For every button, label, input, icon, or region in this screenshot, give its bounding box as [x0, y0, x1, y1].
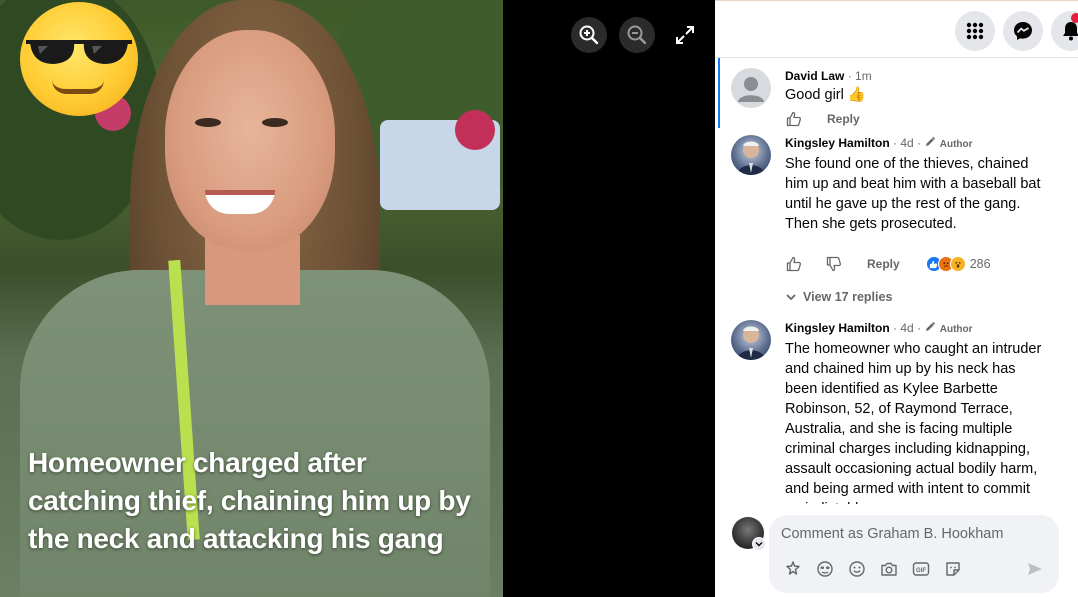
comment-author[interactable]: David Law	[785, 69, 844, 83]
comment-header: David Law · 1m	[785, 68, 1045, 84]
comment-body: David Law · 1m Good girl 👍	[785, 68, 1045, 105]
pencil-icon	[926, 321, 936, 331]
emoji-button[interactable]	[847, 559, 867, 579]
eye	[195, 118, 221, 127]
comment-text: She found one of the thieves, chained hi…	[785, 156, 1041, 232]
zoom-out-icon	[627, 25, 647, 45]
dislike-button[interactable]	[825, 255, 843, 273]
post-photo: Homeowner charged after catching thief, …	[0, 0, 503, 597]
messenger-icon	[1014, 22, 1032, 40]
new-comment-indicator	[718, 58, 720, 128]
comment-body: Kingsley Hamilton · 4d · Author The home…	[785, 320, 1045, 504]
notifications-button[interactable]	[1051, 11, 1078, 51]
emoji-mouth	[52, 80, 104, 94]
gif-icon: GIF	[912, 562, 930, 576]
thumbs-down-icon	[826, 256, 842, 272]
gif-button[interactable]: GIF	[911, 559, 931, 579]
comment-composer: GIF	[715, 504, 1078, 597]
flower	[455, 110, 495, 150]
author-badge: Author	[939, 324, 973, 335]
chevron-down-icon	[786, 294, 796, 301]
svg-text:GIF: GIF	[916, 568, 926, 574]
comments-panel: David Law · 1m Good girl 👍 Reply Kingsle…	[715, 0, 1078, 597]
comment-text: The homeowner who caught an intruder and…	[785, 341, 1042, 504]
comment-time[interactable]: 4d	[900, 321, 913, 335]
like-button[interactable]	[785, 110, 803, 128]
comment-author[interactable]: Kingsley Hamilton	[785, 136, 890, 150]
notifications-icon	[1063, 22, 1078, 41]
face	[165, 30, 335, 250]
profile-photo-icon	[737, 141, 765, 175]
photo-button[interactable]	[879, 559, 899, 579]
sticker-icon	[946, 562, 960, 576]
reply-button[interactable]: Reply	[867, 257, 900, 271]
emoji-icon	[849, 561, 865, 577]
view-replies-button[interactable]: View 17 replies	[785, 290, 892, 304]
expand-icon	[676, 26, 694, 44]
profile-photo-icon	[737, 326, 765, 360]
zoom-in-icon	[579, 25, 599, 45]
notification-badge	[1071, 13, 1078, 23]
comment-author[interactable]: Kingsley Hamilton	[785, 321, 890, 335]
comment-input[interactable]	[781, 523, 1041, 545]
photo-viewer: Homeowner charged after catching thief, …	[0, 0, 715, 597]
default-avatar-icon	[738, 77, 764, 102]
thumbs-up-icon	[786, 256, 802, 272]
zoom-out-button[interactable]	[619, 17, 655, 53]
zoom-in-button[interactable]	[571, 17, 607, 53]
send-button[interactable]	[1025, 559, 1045, 579]
sticker-avatar-button[interactable]	[783, 559, 803, 579]
comment-time[interactable]: 4d	[900, 136, 913, 150]
comment-actions: Reply	[785, 110, 860, 128]
comment-actions: Reply 286	[785, 255, 991, 273]
avatar-button[interactable]	[815, 559, 835, 579]
avatar[interactable]	[731, 320, 771, 360]
thumbs-up-icon	[786, 111, 802, 127]
view-replies-label: View 17 replies	[803, 290, 893, 304]
avatar-sticker-icon	[786, 561, 800, 575]
author-badge: Author	[939, 139, 973, 150]
comment-separator: ·	[917, 321, 925, 335]
messenger-button[interactable]	[1003, 11, 1043, 51]
comment-separator: ·	[847, 69, 856, 83]
reaction-count: 286	[969, 257, 991, 271]
profile-switcher[interactable]	[752, 537, 766, 551]
avatar-face-icon	[817, 561, 833, 577]
comment-header: Kingsley Hamilton · 4d · Author	[785, 320, 1045, 338]
camera-icon	[881, 562, 897, 576]
menu-grid-icon	[966, 22, 984, 40]
comment-time[interactable]: 1m	[855, 69, 872, 83]
sunglasses-icon	[26, 40, 132, 64]
avatar[interactable]	[731, 135, 771, 175]
photo-headline: Homeowner charged after catching thief, …	[28, 447, 471, 554]
comment-body: Kingsley Hamilton · 4d · Author She foun…	[785, 135, 1045, 234]
sticker-button[interactable]	[943, 559, 963, 579]
comment-separator: ·	[917, 136, 925, 150]
eye	[262, 118, 288, 127]
comment-input-box[interactable]: GIF	[769, 515, 1059, 593]
pencil-icon	[926, 136, 936, 146]
reply-button[interactable]: Reply	[827, 112, 860, 126]
menu-button[interactable]	[955, 11, 995, 51]
wow-reaction-icon	[949, 256, 966, 272]
top-navigation	[715, 0, 1078, 58]
avatar[interactable]	[731, 68, 771, 108]
reactions-summary[interactable]: 286	[925, 256, 991, 272]
comment-header: Kingsley Hamilton · 4d · Author	[785, 135, 1045, 153]
comment-list[interactable]: David Law · 1m Good girl 👍 Reply Kingsle…	[715, 58, 1078, 504]
like-button[interactable]	[785, 255, 803, 273]
sunglasses-emoji-icon	[20, 2, 138, 116]
chevron-down-icon	[755, 542, 763, 547]
send-icon	[1028, 563, 1042, 575]
comment-text: Good girl 👍	[785, 87, 866, 103]
fullscreen-button[interactable]	[670, 20, 700, 50]
